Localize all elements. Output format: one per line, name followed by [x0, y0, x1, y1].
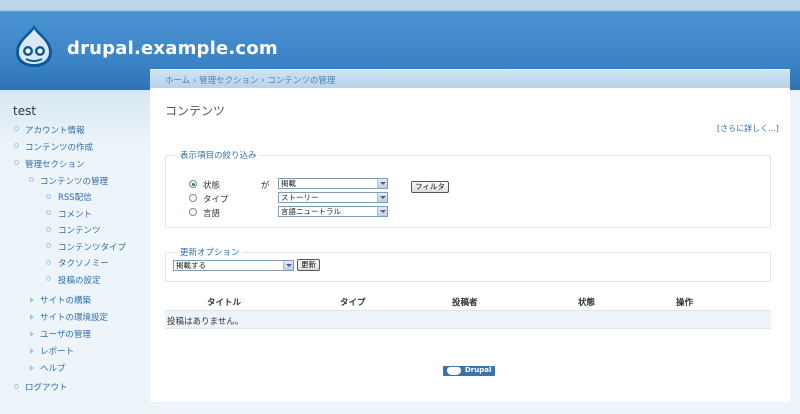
- filter-type-value: ストーリー: [281, 193, 319, 202]
- sidebar-item-reports[interactable]: レポート: [40, 345, 74, 357]
- table-row: 投稿はありません。: [165, 310, 771, 329]
- sidebar-item-site-configuration[interactable]: サイトの環境設定: [40, 311, 108, 323]
- bullet-icon: [46, 227, 51, 232]
- bullet-icon: [14, 126, 19, 131]
- drupal-logo-icon[interactable]: [14, 24, 54, 68]
- sidebar-item-content-types[interactable]: コンテンツタイプ: [58, 241, 126, 253]
- more-help-link[interactable]: [さらに詳しく...]: [717, 123, 779, 134]
- breadcrumb-separator: ›: [192, 76, 197, 86]
- column-header-author[interactable]: 投稿者: [452, 296, 478, 308]
- collapsed-arrow-icon: [30, 365, 34, 371]
- filter-label-status: 状態: [203, 181, 221, 191]
- powered-by-drupal-badge[interactable]: Drupal: [443, 366, 495, 376]
- chevron-down-icon: [377, 179, 387, 188]
- collapsed-arrow-icon: [30, 314, 34, 320]
- column-header-title[interactable]: タイトル: [207, 296, 241, 308]
- chevron-down-icon: [377, 207, 387, 216]
- filter-language-select[interactable]: 言語ニュートラル: [278, 206, 388, 217]
- bullet-icon: [14, 160, 19, 165]
- sidebar-item-content-management[interactable]: コンテンツの管理: [40, 175, 108, 187]
- column-header-type[interactable]: タイプ: [340, 296, 366, 308]
- update-options-value: 掲載する: [176, 261, 206, 270]
- filter-type-select[interactable]: ストーリー: [278, 192, 388, 203]
- main-content: [150, 88, 790, 402]
- filter-fieldset: [165, 155, 771, 228]
- sidebar-item-rss[interactable]: RSS配信: [58, 191, 92, 203]
- empty-message: 投稿はありません。: [167, 317, 244, 327]
- page-title: コンテンツ: [165, 104, 226, 118]
- sidebar-user-name: test: [13, 104, 37, 118]
- column-header-operations: 操作: [676, 298, 694, 308]
- sidebar-item-user-management[interactable]: ユーザの管理: [40, 328, 91, 340]
- sidebar-item-post-settings[interactable]: 投稿の設定: [58, 274, 101, 286]
- bullet-icon: [46, 243, 51, 248]
- bullet-icon: [46, 194, 51, 199]
- filter-language-value: 言語ニュートラル: [281, 207, 341, 216]
- filter-radio-language[interactable]: [189, 208, 197, 216]
- drupal-drop-icon: [447, 367, 461, 375]
- filter-status-value: 掲載: [281, 179, 296, 188]
- filter-status-select[interactable]: 掲載: [278, 178, 388, 189]
- site-name[interactable]: drupal.example.com: [67, 38, 278, 59]
- sidebar-item-site-building[interactable]: サイトの構築: [40, 294, 91, 306]
- collapsed-arrow-icon: [30, 297, 34, 303]
- breadcrumb-separator: ›: [261, 76, 265, 86]
- filter-radio-type[interactable]: [189, 194, 197, 202]
- filter-connector: が: [261, 181, 270, 191]
- sidebar-item-content[interactable]: コンテンツ: [58, 224, 101, 236]
- bullet-icon: [14, 143, 19, 148]
- breadcrumb: ホーム › 管理セクション › コンテンツの管理: [150, 69, 790, 88]
- sidebar-item-comments[interactable]: コメント: [58, 208, 92, 220]
- bullet-icon: [46, 210, 51, 215]
- bullet-icon: [29, 177, 34, 182]
- collapsed-arrow-icon: [30, 331, 34, 337]
- update-button[interactable]: 更新: [297, 259, 320, 271]
- update-legend: 更新オプション: [177, 246, 243, 258]
- breadcrumb-content-management[interactable]: コンテンツの管理: [267, 76, 335, 86]
- badge-label: Drupal: [465, 366, 492, 374]
- chevron-down-icon: [283, 261, 293, 270]
- sidebar-item-admin[interactable]: 管理セクション: [25, 158, 85, 170]
- column-header-status[interactable]: 状態: [578, 296, 595, 308]
- filter-label-language: 言語: [203, 209, 221, 219]
- filter-button[interactable]: フィルタ: [411, 181, 449, 193]
- sidebar-item-logout[interactable]: ログアウト: [25, 381, 68, 393]
- sidebar-item-help[interactable]: ヘルプ: [40, 362, 66, 374]
- sidebar-item-create-content[interactable]: コンテンツの作成: [25, 141, 93, 153]
- sidebar-item-taxonomy[interactable]: タクソノミー: [58, 257, 109, 269]
- breadcrumb-admin[interactable]: 管理セクション: [199, 76, 259, 86]
- sidebar-item-account[interactable]: アカウント情報: [25, 124, 85, 136]
- filter-label-type: タイプ: [203, 195, 229, 205]
- collapsed-arrow-icon: [30, 348, 34, 354]
- chevron-down-icon: [377, 193, 387, 202]
- filter-radio-status[interactable]: [189, 180, 197, 188]
- update-options-select[interactable]: 掲載する: [173, 260, 294, 271]
- filter-legend: 表示項目の絞り込み: [177, 149, 260, 161]
- bullet-icon: [46, 276, 51, 281]
- breadcrumb-home[interactable]: ホーム: [165, 76, 190, 86]
- bullet-icon: [46, 260, 51, 265]
- bullet-icon: [14, 384, 19, 389]
